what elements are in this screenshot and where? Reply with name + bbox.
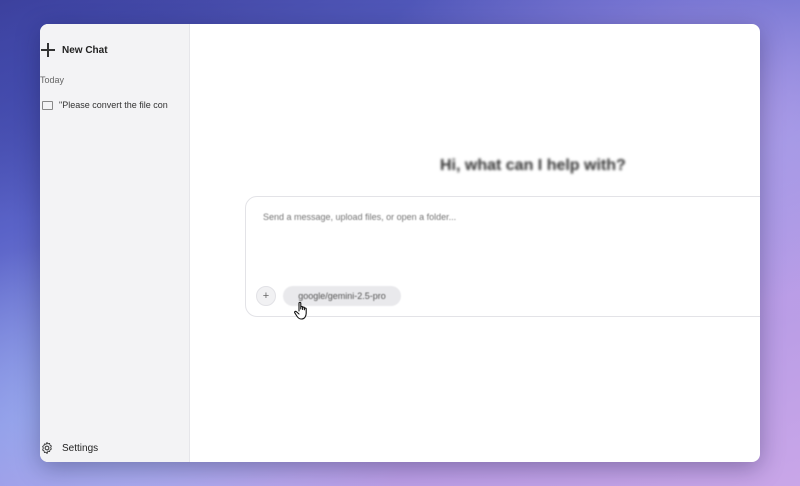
hand-cursor-icon [294, 301, 307, 320]
sidebar: New Chat Today "Please convert the file … [40, 24, 190, 462]
chat-history-title: "Please convert the file con [59, 100, 168, 110]
gear-icon [42, 442, 52, 454]
settings-label: Settings [62, 442, 99, 454]
chat-icon [42, 100, 53, 110]
message-input[interactable] [263, 212, 683, 222]
new-chat-label: New Chat [62, 44, 108, 56]
message-composer: + google/gemini-2.5-pro [245, 196, 760, 317]
new-chat-button[interactable]: New Chat [40, 42, 108, 58]
chat-history-item[interactable]: "Please convert the file con [40, 98, 190, 112]
plus-icon [41, 43, 55, 57]
app-window: New Chat Today "Please convert the file … [40, 24, 760, 462]
attach-button[interactable]: + [256, 286, 276, 306]
section-label-today: Today [40, 75, 65, 85]
main-panel: Hi, what can I help with? + google/gemin… [190, 24, 760, 462]
greeting-heading: Hi, what can I help with? [440, 157, 626, 174]
settings-button[interactable]: Settings [40, 441, 98, 455]
